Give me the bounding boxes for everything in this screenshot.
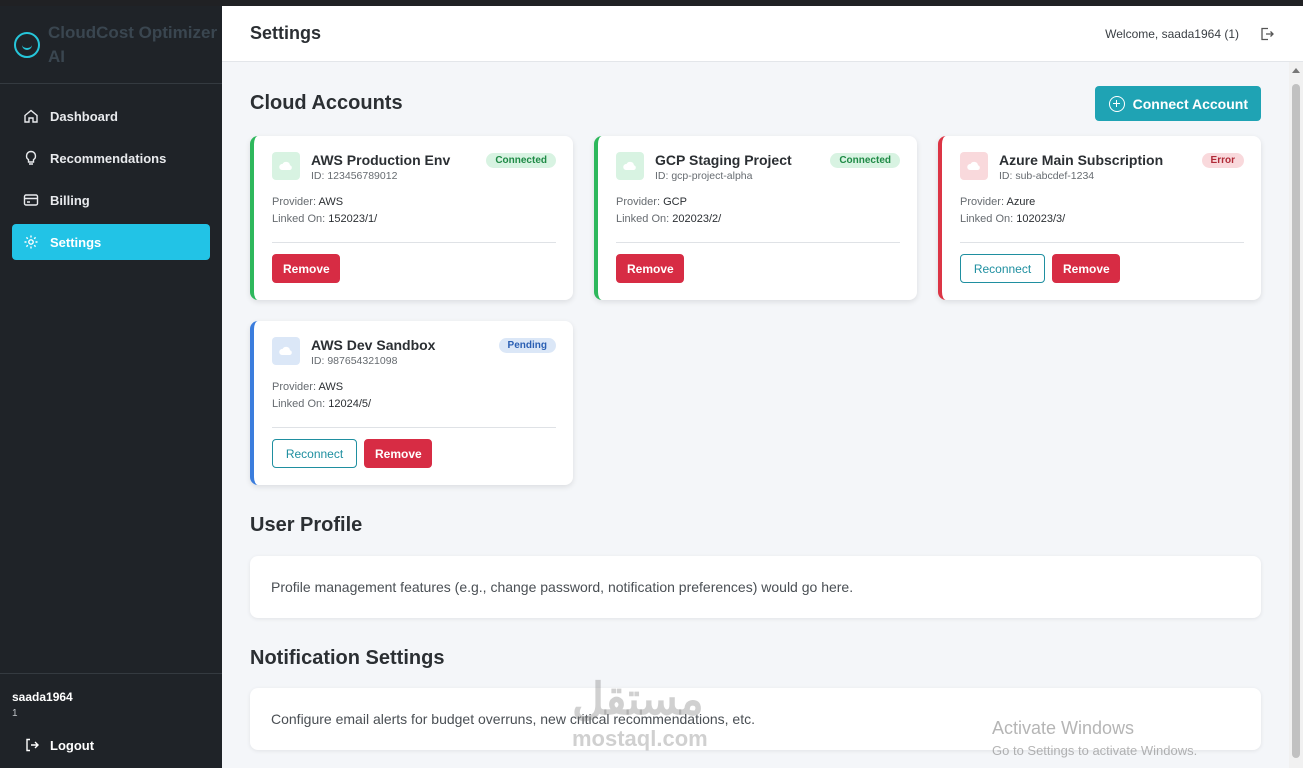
section-title: Notification Settings	[250, 647, 445, 669]
activate-windows-notice: Activate Windows Go to Settings to activ…	[992, 718, 1197, 758]
linked-value: 12024/5/	[328, 398, 372, 410]
provider-value: AWS	[318, 381, 344, 393]
account-id: ID: gcp-project-alpha	[655, 170, 753, 182]
sidebar-nav: Dashboard Recommendations Billing Settin…	[0, 84, 222, 280]
scroll-up-arrow-icon[interactable]	[1292, 68, 1300, 73]
provider-label: Provider:	[272, 381, 317, 393]
scroll-thumb[interactable]	[1292, 84, 1300, 758]
linked-label: Linked On:	[616, 213, 670, 225]
sidebar-item-label: Billing	[50, 192, 90, 208]
linked-label: Linked On:	[272, 398, 326, 410]
status-badge: Connected	[830, 153, 900, 168]
main-content: Settings Welcome, saada1964 (1) Cloud Ac…	[222, 6, 1303, 768]
linked-row: Linked On: 102023/3/	[960, 211, 1244, 228]
provider-label: Provider:	[272, 196, 317, 208]
account-card: AWS Production Env ID: 123456789012 Conn…	[250, 136, 573, 300]
user-profile-text: Profile management features (e.g., chang…	[271, 579, 854, 595]
sidebar-item-recommendations[interactable]: Recommendations	[12, 140, 210, 176]
watermark-url: mostaql.com	[572, 726, 708, 751]
sidebar-footer: saada1964 1 Logout	[0, 673, 222, 768]
remove-button[interactable]: Remove	[364, 439, 432, 468]
sidebar-item-settings[interactable]: Settings	[12, 224, 210, 260]
account-name: GCP Staging Project	[655, 152, 792, 168]
linked-label: Linked On:	[272, 213, 326, 225]
user-profile-header: User Profile	[250, 514, 1261, 537]
sidebar-item-dashboard[interactable]: Dashboard	[12, 98, 210, 134]
sidebar-item-billing[interactable]: Billing	[12, 182, 210, 218]
linked-row: Linked On: 202023/2/	[616, 211, 900, 228]
linked-value: 102023/3/	[1016, 213, 1066, 225]
brand[interactable]: CloudCost Optimizer AI	[0, 6, 222, 84]
provider-row: Provider: Azure	[960, 194, 1244, 211]
status-badge: Connected	[486, 153, 556, 168]
linked-row: Linked On: 152023/1/	[272, 211, 556, 228]
linked-label: Linked On:	[960, 213, 1014, 225]
reconnect-button[interactable]: Reconnect	[960, 254, 1045, 283]
brand-name: CloudCost Optimizer AI	[48, 22, 218, 66]
provider-value: Azure	[1006, 196, 1036, 208]
gear-icon	[22, 233, 40, 251]
brand-logo-icon	[14, 31, 40, 58]
lightbulb-icon	[22, 149, 40, 167]
sidebar-item-label: Recommendations	[50, 150, 167, 166]
connect-account-button[interactable]: Connect Account	[1094, 86, 1261, 121]
account-name: Azure Main Subscription	[999, 152, 1164, 168]
connect-account-label: Connect Account	[1132, 95, 1248, 112]
page-header: Settings Welcome, saada1964 (1)	[222, 6, 1303, 62]
cloud-provider-icon	[272, 152, 300, 180]
account-card: AWS Dev Sandbox ID: 987654321098 Pending…	[250, 321, 573, 485]
account-card: GCP Staging Project ID: gcp-project-alph…	[594, 136, 917, 300]
status-badge: Pending	[498, 338, 556, 353]
notification-settings-header: Notification Settings	[250, 647, 1261, 670]
activate-subtitle: Go to Settings to activate Windows.	[992, 743, 1198, 758]
logout-label: Logout	[50, 737, 95, 753]
logout-button[interactable]: Logout	[12, 737, 210, 753]
remove-button[interactable]: Remove	[616, 254, 684, 283]
sidebar: CloudCost Optimizer AI Dashboard Recomme…	[0, 6, 222, 768]
account-id: ID: sub-abcdef-1234	[999, 170, 1095, 182]
status-badge: Error	[1201, 153, 1244, 168]
section-title: Cloud Accounts	[250, 92, 403, 114]
header-user-area: Welcome, saada1964 (1)	[1105, 26, 1275, 42]
user-profile-panel: Profile management features (e.g., chang…	[250, 556, 1261, 618]
provider-row: Provider: GCP	[616, 194, 900, 211]
linked-row: Linked On: 12024/5/	[272, 396, 556, 413]
provider-label: Provider:	[960, 196, 1005, 208]
plus-circle-icon	[1108, 95, 1125, 112]
account-card: Azure Main Subscription ID: sub-abcdef-1…	[938, 136, 1261, 300]
page-title: Settings	[250, 23, 322, 43]
sidebar-item-label: Dashboard	[50, 108, 118, 124]
account-id: ID: 987654321098	[311, 355, 398, 367]
logout-icon	[26, 738, 39, 752]
section-title: User Profile	[250, 514, 363, 536]
scrollbar[interactable]	[1289, 62, 1303, 768]
activate-title: Activate Windows	[992, 718, 1135, 738]
remove-button[interactable]: Remove	[272, 254, 340, 283]
sidebar-item-label: Settings	[50, 234, 102, 250]
remove-button[interactable]: Remove	[1052, 254, 1120, 283]
provider-row: Provider: AWS	[272, 379, 556, 396]
provider-label: Provider:	[616, 196, 661, 208]
reconnect-button[interactable]: Reconnect	[272, 439, 357, 468]
watermark-logo: مستقل	[572, 675, 704, 724]
cloud-accounts-header: Cloud Accounts Connect Account	[250, 86, 1261, 121]
provider-value: AWS	[318, 196, 344, 208]
linked-value: 152023/1/	[328, 213, 378, 225]
welcome-text: Welcome, saada1964 (1)	[1105, 26, 1239, 41]
account-name: AWS Dev Sandbox	[311, 337, 436, 353]
credit-card-icon	[22, 191, 40, 209]
cloud-provider-icon	[272, 337, 300, 365]
provider-row: Provider: AWS	[272, 194, 556, 211]
account-name: AWS Production Env	[311, 152, 451, 168]
logout-icon[interactable]	[1259, 26, 1275, 42]
user-id: 1	[12, 708, 18, 719]
cloud-provider-icon	[960, 152, 988, 180]
account-id: ID: 123456789012	[311, 170, 398, 182]
user-name: saada1964	[12, 690, 73, 704]
home-icon	[22, 107, 40, 125]
linked-value: 202023/2/	[672, 213, 722, 225]
cloud-provider-icon	[616, 152, 644, 180]
provider-value: GCP	[663, 196, 687, 208]
